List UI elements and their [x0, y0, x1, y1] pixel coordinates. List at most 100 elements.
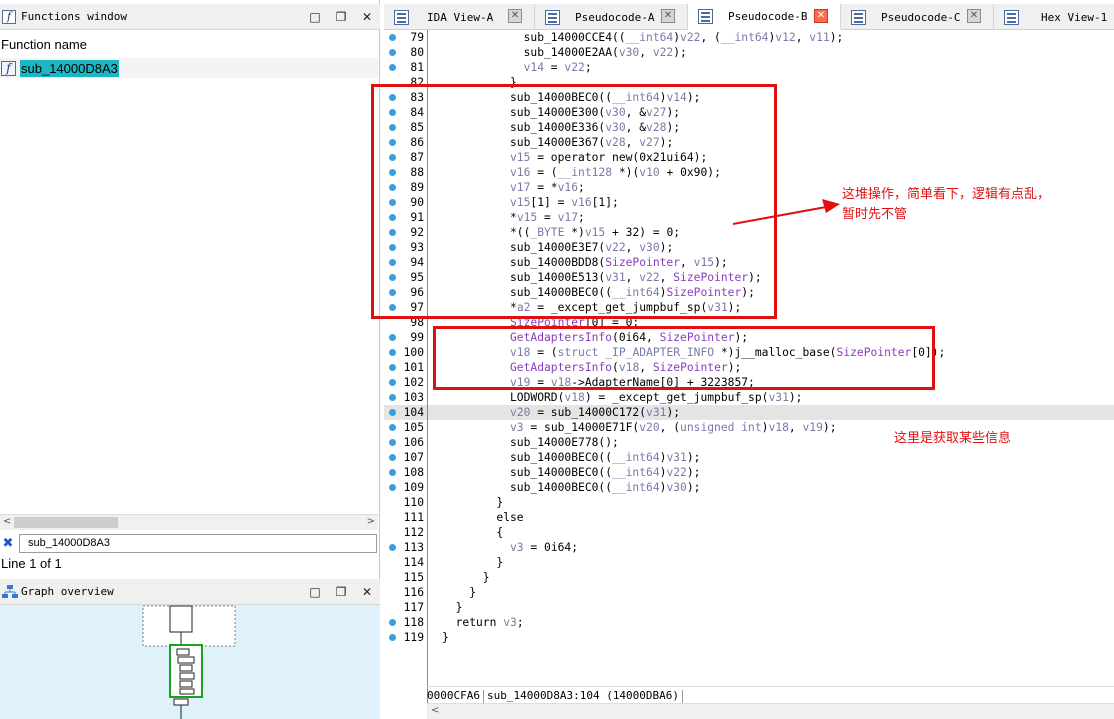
tab-pseudocode-a[interactable]: Pseudocode-A ✕ — [535, 4, 688, 30]
tab-close-icon[interactable]: ✕ — [967, 9, 981, 23]
restore-icon[interactable]: □ — [302, 10, 328, 24]
code-text[interactable]: } — [456, 600, 463, 615]
disassembly-icon — [394, 9, 409, 25]
status-location: sub_14000D8A3:104 (14000DBA6) — [486, 689, 680, 702]
code-line[interactable]: 114} — [384, 555, 1114, 570]
function-name-column-header[interactable]: Function name — [1, 37, 87, 52]
code-line[interactable]: 79 sub_14000CCE4((__int64)v22, (__int64)v… — [384, 30, 1114, 45]
annotation-box-adapter-info — [433, 326, 935, 390]
annotation-box-setup-ops — [371, 84, 777, 319]
code-text[interactable]: sub_14000CCE4((__int64)v22, (__int64)v12… — [524, 30, 844, 45]
tab-close-icon[interactable]: ✕ — [661, 9, 675, 23]
code-line[interactable]: 115} — [384, 570, 1114, 585]
tab-label: Pseudocode-A — [575, 10, 655, 24]
function-list-item[interactable]: f sub_14000D8A3 — [0, 58, 378, 78]
clear-filter-icon[interactable]: ✖ — [0, 536, 16, 551]
line-number: 103 — [403, 391, 424, 404]
function-icon: f — [1, 60, 16, 76]
code-line[interactable]: 104 v20 = sub_14000C172(v31); — [384, 405, 1114, 420]
code-text[interactable]: v3 = sub_14000E71F(v20, (unsigned int)v1… — [510, 420, 837, 435]
code-text[interactable]: else — [496, 510, 523, 525]
line-number: 79 — [410, 31, 424, 44]
code-text[interactable]: sub_14000E778(); — [510, 435, 619, 450]
line-number: 113 — [403, 541, 424, 554]
code-line[interactable]: 110} — [384, 495, 1114, 510]
code-text[interactable]: } — [496, 555, 503, 570]
code-text[interactable]: LODWORD(v18) = _except_get_jumpbuf_sp(v3… — [510, 390, 802, 405]
graph-overview-title: Graph overview — [21, 585, 114, 598]
code-text[interactable]: } — [469, 585, 476, 600]
tab-label: Pseudocode-B — [728, 9, 808, 23]
tab-label: IDA View-A — [427, 10, 494, 24]
code-text[interactable]: sub_14000BEC0((__int64)v30); — [510, 480, 700, 495]
line-number: 116 — [403, 586, 424, 599]
float-icon[interactable]: ❐ — [328, 10, 354, 24]
restore-icon[interactable]: □ — [302, 585, 328, 599]
code-line[interactable]: 81 v14 = v22; — [384, 60, 1114, 75]
code-text[interactable]: return v3; — [456, 615, 524, 630]
filter-input[interactable] — [19, 533, 377, 553]
annotation-note-1-line2: 暂时先不管 — [842, 207, 908, 222]
tab-close-icon[interactable]: ✕ — [508, 9, 522, 23]
code-text[interactable]: } — [442, 630, 449, 645]
code-text[interactable]: sub_14000BEC0((__int64)v22); — [510, 465, 700, 480]
tab-close-icon[interactable]: ✕ — [814, 9, 828, 23]
code-line[interactable]: 118 return v3; — [384, 615, 1114, 630]
scroll-thumb[interactable] — [14, 517, 118, 528]
scroll-right-icon[interactable]: > — [367, 516, 375, 527]
status-separator — [482, 689, 484, 703]
line-number: 107 — [403, 451, 424, 464]
function-name[interactable]: sub_14000D8A3 — [20, 59, 119, 77]
code-horizontal-scrollbar[interactable]: < — [427, 703, 1114, 719]
tab-label: Pseudocode-C — [881, 10, 961, 24]
code-text[interactable]: v14 = v22; — [524, 60, 592, 75]
code-line[interactable]: 112 { — [384, 525, 1114, 540]
code-text[interactable]: v20 = sub_14000C172(v31); — [510, 405, 680, 420]
status-address: 0000CFA6 — [427, 689, 480, 702]
code-line[interactable]: 116} — [384, 585, 1114, 600]
code-text[interactable]: } — [483, 570, 490, 585]
graph-icon — [2, 584, 18, 598]
horizontal-scrollbar[interactable]: < > — [0, 514, 378, 530]
left-pane: f Functions window □ ❐ ✕ Function name f… — [0, 0, 380, 719]
line-number: 108 — [403, 466, 424, 479]
close-icon[interactable]: ✕ — [354, 10, 380, 24]
scroll-left-icon[interactable]: < — [431, 705, 439, 716]
code-line[interactable]: 107 sub_14000BEC0((__int64)v31); — [384, 450, 1114, 465]
tab-hex-view-1[interactable]: Hex View-1 — [994, 4, 1114, 30]
tab-pseudocode-c[interactable]: Pseudocode-C ✕ — [841, 4, 994, 30]
line-number: 102 — [403, 376, 424, 389]
code-line[interactable]: 80 sub_14000E2AA(v30, v22); — [384, 45, 1114, 60]
annotation-note-1-line1: 这堆操作，简单看下，逻辑有点乱， — [842, 187, 1051, 202]
line-number: 115 — [403, 571, 424, 584]
annotation-note-1: 这堆操作，简单看下，逻辑有点乱， 暂时先不管 — [842, 185, 1050, 225]
code-line[interactable]: 117} — [384, 600, 1114, 615]
tab-ida-view-a[interactable]: IDA View-A ✕ — [384, 4, 535, 30]
float-icon[interactable]: ❐ — [328, 585, 354, 599]
code-text[interactable]: sub_14000BEC0((__int64)v31); — [510, 450, 700, 465]
line-number: 118 — [403, 616, 424, 629]
line-status: Line 1 of 1 — [1, 556, 62, 571]
code-line[interactable]: 109 sub_14000BEC0((__int64)v30); — [384, 480, 1114, 495]
line-number: 112 — [403, 526, 424, 539]
status-bar: 0000CFA6 sub_14000D8A3:104 (14000DBA6) — [427, 686, 1114, 703]
pseudocode-icon — [851, 9, 866, 25]
close-icon[interactable]: ✕ — [354, 585, 380, 599]
code-text[interactable]: } — [496, 495, 503, 510]
graph-overview-canvas[interactable] — [0, 605, 380, 719]
code-text[interactable]: { — [496, 525, 503, 540]
status-separator — [682, 689, 684, 703]
scroll-left-icon[interactable]: < — [3, 516, 11, 527]
code-text[interactable]: v3 = 0i64; — [510, 540, 578, 555]
code-line[interactable]: 113 v3 = 0i64; — [384, 540, 1114, 555]
line-number: 81 — [410, 61, 424, 74]
code-text[interactable]: sub_14000E2AA(v30, v22); — [524, 45, 687, 60]
line-number: 119 — [403, 631, 424, 644]
tab-pseudocode-b[interactable]: Pseudocode-B ✕ — [688, 4, 841, 30]
line-number: 114 — [403, 556, 424, 569]
code-line[interactable]: 103 LODWORD(v18) = _except_get_jumpbuf_sp… — [384, 390, 1114, 405]
annotation-note-2: 这里是获取某些信息 — [894, 431, 1012, 446]
code-line[interactable]: 108 sub_14000BEC0((__int64)v22); — [384, 465, 1114, 480]
code-line[interactable]: 119} — [384, 630, 1114, 645]
code-line[interactable]: 111 else — [384, 510, 1114, 525]
